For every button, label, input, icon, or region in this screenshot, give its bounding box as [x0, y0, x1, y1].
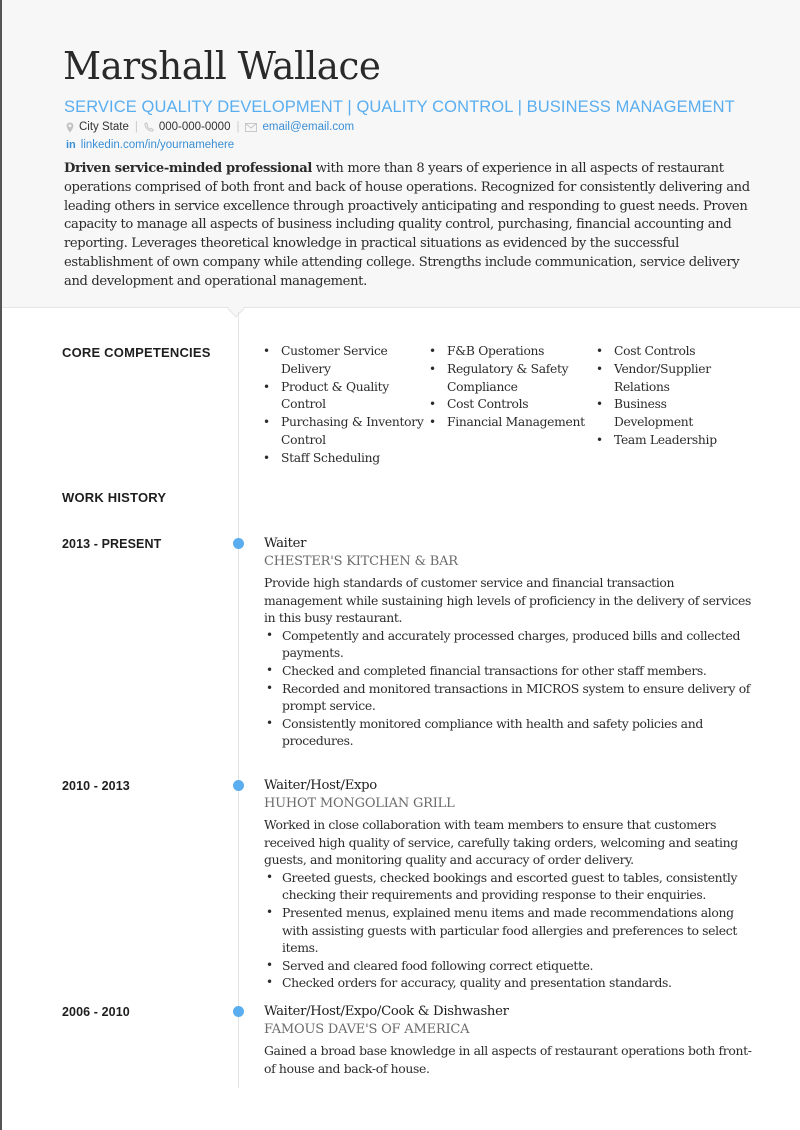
competency-item: Team Leadership [593, 432, 733, 450]
competency-item: F&B Operations [426, 343, 596, 361]
job-bullets: Competently and accurately processed cha… [264, 627, 754, 750]
job-company: HUHOT MONGOLIAN GRILL [264, 796, 455, 811]
candidate-name: Marshall Wallace [63, 44, 381, 88]
timeline-line [238, 312, 239, 1088]
job-bullet: Consistently monitored compliance with h… [264, 715, 754, 750]
job-description: Provide high standards of customer servi… [264, 575, 751, 626]
phone-icon [144, 122, 154, 132]
job-bullet: Checked orders for accuracy, quality and… [264, 974, 754, 992]
job-dates: 2010 - 2013 [62, 779, 130, 793]
competency-item: Staff Scheduling [260, 450, 432, 468]
job-title: Waiter/Host/Expo [264, 778, 377, 793]
job-bullets: Greeted guests, checked bookings and esc… [264, 869, 754, 992]
location: City State [79, 121, 129, 133]
job-title: Waiter [264, 536, 307, 551]
competency-item: Product & Quality Control [260, 379, 432, 415]
job-entry: Waiter/Host/Expo/Cook & Dishwasher FAMOU… [264, 1003, 754, 1077]
job-title: Waiter/Host/Expo/Cook & Dishwasher [264, 1004, 509, 1019]
competencies-column: Cost Controls Vendor/Supplier Relations … [593, 343, 733, 450]
competencies-column: F&B Operations Regulatory & Safety Compl… [426, 343, 596, 432]
job-bullet: Served and cleared food following correc… [264, 957, 754, 975]
phone-number: 000-000-0000 [158, 121, 231, 133]
competency-item: Regulatory & Safety Compliance [426, 361, 596, 397]
work-history-heading: WORK HISTORY [62, 490, 167, 505]
competencies-column: Customer Service Delivery Product & Qual… [260, 343, 432, 468]
summary-lead: Driven service-minded professional [64, 161, 312, 176]
competency-item: Purchasing & Inventory Control [260, 414, 432, 450]
competency-item: Financial Management [426, 414, 596, 432]
job-dates: 2006 - 2010 [62, 1005, 130, 1019]
job-bullet: Presented menus, explained menu items an… [264, 904, 754, 957]
separator: | [236, 121, 240, 133]
job-description: Worked in close collaboration with team … [264, 817, 738, 868]
competency-item: Cost Controls [593, 343, 733, 361]
competency-item: Cost Controls [426, 396, 596, 414]
contact-info: City State | 000-000-0000 | email@email.… [66, 121, 354, 133]
job-bullet: Competently and accurately processed cha… [264, 627, 754, 662]
map-pin-icon [66, 122, 74, 133]
job-dates: 2013 - PRESENT [62, 537, 162, 551]
job-description: Gained a broad base knowledge in all asp… [264, 1043, 752, 1076]
separator: | [134, 121, 138, 133]
linkedin-icon: in [66, 139, 76, 151]
headline: SERVICE QUALITY DEVELOPMENT | QUALITY CO… [64, 98, 735, 116]
competencies-heading: CORE COMPETENCIES [62, 345, 211, 360]
job-bullet: Greeted guests, checked bookings and esc… [264, 869, 754, 904]
job-entry: Waiter/Host/Expo HUHOT MONGOLIAN GRILL W… [264, 777, 754, 992]
job-entry: Waiter CHESTER'S KITCHEN & BAR Provide h… [264, 535, 754, 750]
timeline-dot [233, 538, 244, 549]
envelope-icon [245, 122, 258, 132]
linkedin-link[interactable]: linkedin.com/in/yournamehere [81, 139, 234, 151]
professional-summary: Driven service-minded professional with … [64, 160, 754, 292]
timeline-dot [233, 1006, 244, 1017]
email-link[interactable]: email@email.com [262, 121, 354, 133]
linkedin-info: in linkedin.com/in/yournamehere [66, 139, 234, 151]
competency-item: Business Development [593, 396, 733, 432]
resume-header: Marshall Wallace SERVICE QUALITY DEVELOP… [2, 0, 800, 308]
timeline-dot [233, 780, 244, 791]
job-bullet: Checked and completed financial transact… [264, 662, 754, 680]
job-company: CHESTER'S KITCHEN & BAR [264, 554, 458, 569]
competency-item: Vendor/Supplier Relations [593, 361, 733, 397]
competency-item: Customer Service Delivery [260, 343, 432, 379]
job-bullet: Recorded and monitored transactions in M… [264, 680, 754, 715]
summary-text: with more than 8 years of experience in … [64, 161, 750, 289]
job-company: FAMOUS DAVE'S OF AMERICA [264, 1022, 470, 1037]
